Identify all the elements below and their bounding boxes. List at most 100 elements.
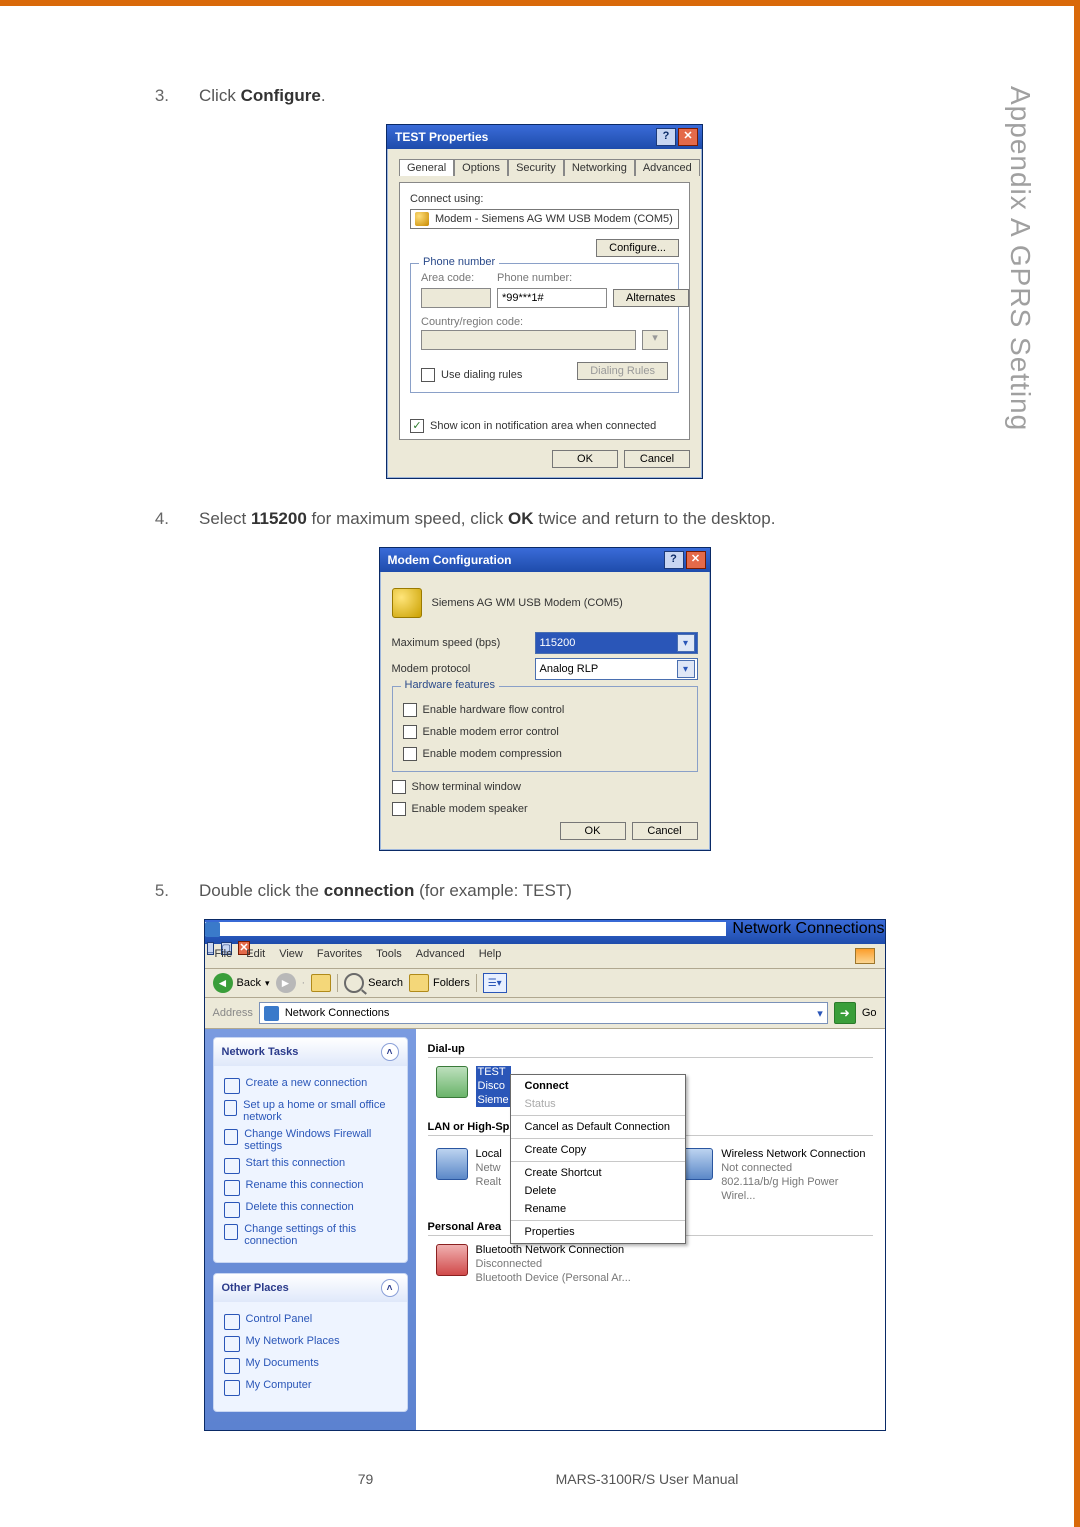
menu-favorites[interactable]: Favorites [317, 948, 362, 964]
connection-name: Local [476, 1148, 502, 1162]
ctx-properties[interactable]: Properties [511, 1223, 685, 1241]
connection-name: TEST [476, 1066, 511, 1080]
folders-button[interactable]: Folders [409, 974, 470, 992]
phone-number-input[interactable] [497, 288, 607, 308]
modem-selector[interactable]: Modem - Siemens AG WM USB Modem (COM5) [410, 209, 679, 229]
tabs: General Options Security Networking Adva… [399, 159, 690, 176]
connection-wireless[interactable]: Wireless Network Connection Not connecte… [682, 1148, 873, 1203]
search-button[interactable]: Search [344, 973, 403, 993]
menu-help[interactable]: Help [479, 948, 502, 964]
help-button[interactable]: ? [664, 551, 684, 569]
task-label: Delete this connection [246, 1201, 354, 1213]
connection-bluetooth[interactable]: Bluetooth Network Connection Disconnecte… [436, 1244, 873, 1285]
ctx-cancel-default[interactable]: Cancel as Default Connection [511, 1118, 685, 1136]
chk-label: Enable modem compression [423, 748, 562, 760]
menu-advanced[interactable]: Advanced [416, 948, 465, 964]
terminal-window-checkbox[interactable]: Show terminal window [392, 780, 698, 794]
task-rename[interactable]: Rename this connection [224, 1179, 397, 1196]
max-speed-select[interactable]: 115200 ▾ [535, 632, 698, 654]
step-text: Double click the [199, 881, 324, 900]
cancel-button[interactable]: Cancel [624, 450, 690, 468]
dialing-rules-button: Dialing Rules [577, 362, 668, 380]
close-button[interactable]: ✕ [686, 551, 706, 569]
task-firewall[interactable]: Change Windows Firewall settings [224, 1128, 397, 1152]
connection-sub2: Sieme [476, 1094, 511, 1108]
tab-options[interactable]: Options [454, 159, 508, 176]
step-3: 3. Click Configure. [145, 86, 944, 106]
search-label: Search [368, 977, 403, 989]
close-button[interactable]: ✕ [678, 128, 698, 146]
modem-icon [415, 212, 429, 226]
alternates-button[interactable]: Alternates [613, 289, 689, 307]
ok-button[interactable]: OK [552, 450, 618, 468]
ctx-create-shortcut[interactable]: Create Shortcut [511, 1164, 685, 1182]
tab-networking[interactable]: Networking [564, 159, 635, 176]
task-label: Create a new connection [246, 1077, 368, 1089]
tab-advanced[interactable]: Advanced [635, 159, 700, 176]
menu-file[interactable]: File [215, 948, 233, 964]
protocol-select[interactable]: Analog RLP ▾ [535, 658, 698, 680]
use-dialing-rules-checkbox[interactable]: Use dialing rules [421, 368, 522, 382]
test-properties-dialog: TEST Properties ? ✕ General Options Secu… [386, 124, 703, 479]
connection-name: Wireless Network Connection [721, 1148, 872, 1162]
task-change-settings[interactable]: Change settings of this connection [224, 1223, 397, 1247]
network-tasks-header[interactable]: Network Tasks ˄ [214, 1038, 407, 1066]
other-control-panel[interactable]: Control Panel [224, 1313, 397, 1330]
modem-icon [392, 588, 422, 618]
views-button[interactable]: ☰▾ [483, 973, 507, 993]
task-icon [224, 1158, 240, 1174]
connect-using-label: Connect using: [410, 193, 679, 205]
compression-checkbox[interactable]: Enable modem compression [403, 747, 687, 761]
collapse-icon: ˄ [381, 1279, 399, 1297]
modem-name: Modem - Siemens AG WM USB Modem (COM5) [435, 213, 673, 225]
ctx-rename[interactable]: Rename [511, 1200, 685, 1218]
task-label: Change settings of this connection [244, 1223, 396, 1247]
help-button[interactable]: ? [656, 128, 676, 146]
tab-security[interactable]: Security [508, 159, 564, 176]
other-network-places[interactable]: My Network Places [224, 1335, 397, 1352]
place-label: Control Panel [246, 1313, 313, 1325]
task-start-connection[interactable]: Start this connection [224, 1157, 397, 1174]
ctx-connect[interactable]: Connect [511, 1077, 685, 1095]
task-label: Rename this connection [246, 1179, 364, 1191]
go-button[interactable]: ➜ [834, 1002, 856, 1024]
menu-view[interactable]: View [279, 948, 303, 964]
step-number: 4. [145, 509, 169, 529]
back-button[interactable]: ◄Back▾ [213, 973, 270, 993]
ctx-delete[interactable]: Delete [511, 1182, 685, 1200]
step-number: 3. [145, 86, 169, 106]
task-create-connection[interactable]: Create a new connection [224, 1077, 397, 1094]
step-text: for maximum speed, click [307, 509, 508, 528]
ok-button[interactable]: OK [560, 822, 626, 840]
menu-edit[interactable]: Edit [246, 948, 265, 964]
step-bold: OK [508, 509, 534, 528]
cancel-button[interactable]: Cancel [632, 822, 698, 840]
window-title: Network Connections [732, 920, 884, 938]
connection-sub1: Not connected [721, 1162, 872, 1176]
task-home-network[interactable]: Set up a home or small office network [224, 1099, 397, 1123]
address-input[interactable]: Network Connections ▾ [259, 1002, 828, 1024]
minimize-button[interactable]: _ [207, 942, 215, 955]
show-icon-checkbox[interactable]: ✓ Show icon in notification area when co… [410, 419, 679, 433]
menu-tools[interactable]: Tools [376, 948, 402, 964]
flow-control-checkbox[interactable]: Enable hardware flow control [403, 703, 687, 717]
task-delete[interactable]: Delete this connection [224, 1201, 397, 1218]
wireless-icon [682, 1148, 713, 1180]
modem-speaker-checkbox[interactable]: Enable modem speaker [392, 802, 698, 816]
step-5: 5. Double click the connection (for exam… [145, 881, 944, 901]
other-my-documents[interactable]: My Documents [224, 1357, 397, 1374]
up-folder-icon[interactable] [311, 974, 331, 992]
forward-button: ► [276, 973, 296, 993]
error-control-checkbox[interactable]: Enable modem error control [403, 725, 687, 739]
other-places-header[interactable]: Other Places ˄ [214, 1274, 407, 1302]
configure-button[interactable]: Configure... [596, 239, 679, 257]
network-connections-window: Network Connections _ ▢ ✕ File Edit View… [204, 919, 886, 1431]
connection-lan-local[interactable]: Local Netw Realt [436, 1148, 502, 1203]
area-code-label: Area code: [421, 272, 491, 284]
task-icon [224, 1078, 240, 1094]
chevron-down-icon: ▾ [677, 634, 695, 652]
ctx-create-copy[interactable]: Create Copy [511, 1141, 685, 1159]
other-my-computer[interactable]: My Computer [224, 1379, 397, 1396]
tab-general[interactable]: General [399, 159, 454, 176]
place-icon [224, 1314, 240, 1330]
